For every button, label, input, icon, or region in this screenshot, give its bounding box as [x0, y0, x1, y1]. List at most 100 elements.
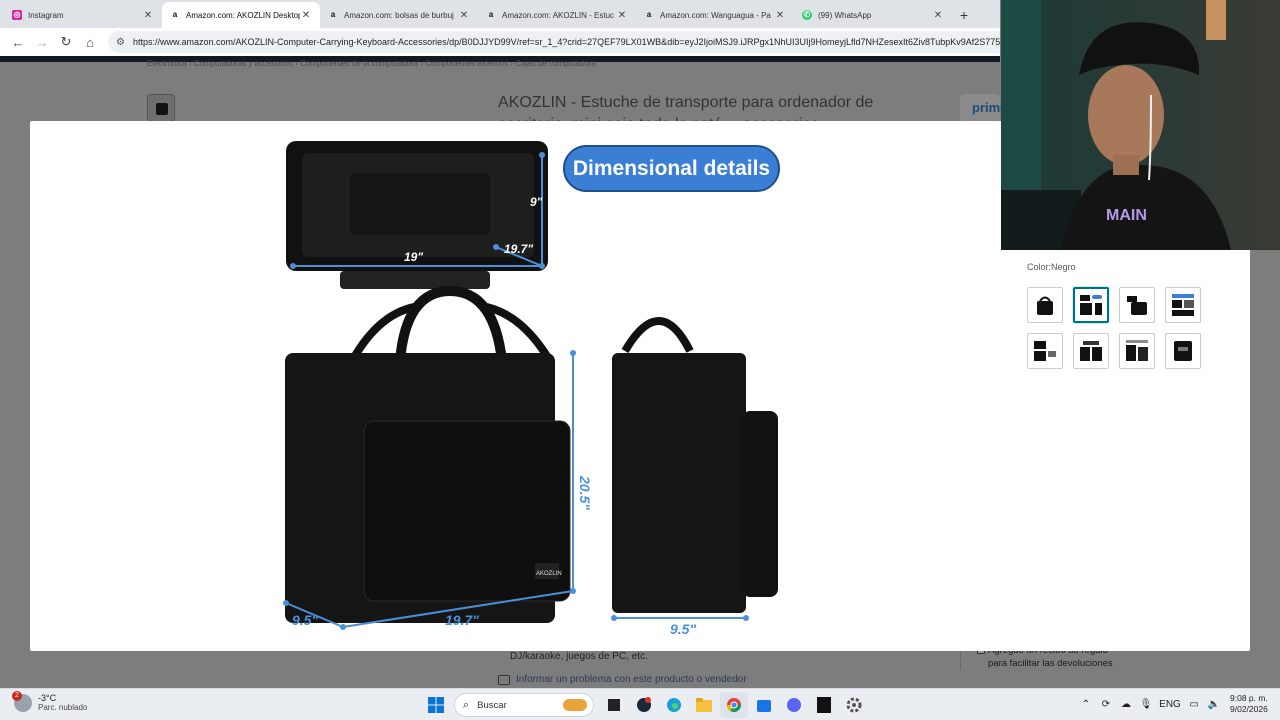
- instagram-icon: ◎: [12, 10, 22, 20]
- tab-label: Amazon.com: AKOZLIN - Estuc: [502, 10, 615, 20]
- product-dimension-image: 19" 9" 19.7" AKOZLIN 20.5" 9.5" 19.7" 9.…: [283, 141, 778, 637]
- close-icon[interactable]: ✕: [142, 10, 154, 21]
- thumbnail-8[interactable]: [1165, 333, 1201, 369]
- edge-icon[interactable]: [660, 692, 688, 718]
- file-explorer-icon[interactable]: [690, 692, 718, 718]
- page-image-thumbnail[interactable]: [147, 94, 175, 122]
- epic-games-icon[interactable]: [810, 692, 838, 718]
- thumbnail-7[interactable]: [1119, 333, 1155, 369]
- dim-label-top-depth: 9": [530, 195, 543, 209]
- task-view-icon[interactable]: [600, 692, 628, 718]
- tab-whatsapp[interactable]: ✆ (99) WhatsApp ✕: [794, 2, 952, 28]
- network-icon[interactable]: ▭: [1184, 699, 1204, 710]
- color-label: Color:Negro: [1027, 262, 1076, 272]
- close-icon[interactable]: ✕: [458, 10, 470, 21]
- sync-icon[interactable]: ⟳: [1096, 699, 1116, 710]
- tab-strip: ◎ Instagram ✕ a Amazon.com: AKOZLIN Desk…: [0, 0, 1000, 28]
- tab-amazon-wanguagua[interactable]: a Amazon.com: Wanguagua - Pa ✕: [636, 2, 794, 28]
- language-indicator[interactable]: ENG: [1156, 699, 1184, 710]
- color-label-key: Color:: [1027, 262, 1052, 272]
- close-icon[interactable]: ✕: [300, 10, 312, 21]
- dim-label-side-depth: 9.5": [670, 621, 696, 637]
- thumbnail-3[interactable]: [1119, 287, 1155, 323]
- clock-date: 9/02/2026: [1230, 704, 1268, 714]
- home-icon[interactable]: ⌂: [78, 30, 102, 54]
- discord-icon[interactable]: [780, 692, 808, 718]
- thumbnail-5[interactable]: [1027, 333, 1063, 369]
- tab-label: Instagram: [28, 10, 64, 20]
- search-placeholder: Buscar: [477, 699, 507, 711]
- webcam-person: MAIN: [1001, 0, 1280, 250]
- weather-icon: 2: [12, 690, 32, 712]
- dim-label-height: 20.5": [577, 475, 593, 510]
- amazon-icon: a: [330, 10, 336, 19]
- side-view-pocket: [742, 411, 778, 597]
- tab-amazon-akozlin-estuche[interactable]: a Amazon.com: AKOZLIN - Estuc ✕: [478, 2, 636, 28]
- address-bar[interactable]: ⚙ https://www.amazon.com/AKOZLIN-Compute…: [108, 31, 1000, 53]
- clock-time: 9:08 p. m.: [1230, 693, 1268, 703]
- thumbnail-2[interactable]: [1073, 287, 1109, 323]
- tab-label: Amazon.com: AKOZLIN Desktop: [186, 10, 300, 20]
- site-info-icon[interactable]: ⚙: [116, 37, 125, 48]
- amazon-icon: a: [488, 10, 494, 19]
- tab-amazon-akozlin-desktop[interactable]: a Amazon.com: AKOZLIN Desktop ✕: [162, 2, 320, 28]
- prime-logo: prime: [960, 94, 1007, 122]
- tab-instagram[interactable]: ◎ Instagram ✕: [4, 2, 162, 28]
- amazon-icon: a: [172, 10, 178, 19]
- dim-label-base-depth: 9.5": [292, 612, 318, 628]
- close-icon[interactable]: ✕: [774, 10, 786, 21]
- whatsapp-icon: ✆: [802, 10, 812, 20]
- search-icon: ⌕: [463, 698, 470, 711]
- dimensional-details-badge: Dimensional details: [563, 145, 780, 192]
- windows-start-icon[interactable]: [422, 692, 450, 718]
- comment-icon: [498, 674, 510, 685]
- report-link-label: Informar un problema con este producto o…: [516, 674, 747, 685]
- notification-badge: 2: [12, 690, 22, 701]
- cloud-icon[interactable]: ☁: [1116, 699, 1136, 710]
- dim-label-top-width: 19.7": [504, 242, 533, 256]
- thumbnail-1[interactable]: [1027, 287, 1063, 323]
- taskbar: 2 -3°C Parc. nublado ⌕ Buscar ⌃ ⟳ ☁ 🎙 EN…: [0, 688, 1280, 720]
- side-view-handle: [621, 317, 694, 354]
- back-icon[interactable]: ←: [6, 30, 30, 54]
- weather-desc: Parc. nublado: [38, 703, 88, 712]
- color-value: Negro: [1051, 262, 1076, 272]
- chrome-icon[interactable]: [720, 692, 748, 718]
- settings-icon[interactable]: [840, 692, 868, 718]
- description-text: DJ/karaoke, juegos de PC, etc.: [510, 651, 648, 662]
- side-view-bag: [612, 353, 746, 613]
- top-view-floor: [350, 173, 490, 235]
- dim-label-base-width: 19.7": [445, 612, 479, 628]
- browser-toolbar: ← → ↻ ⌂ ⚙ https://www.amazon.com/AKOZLIN…: [0, 28, 1000, 56]
- report-link[interactable]: Informar un problema con este producto o…: [498, 674, 747, 685]
- microphone-icon[interactable]: 🎙: [1136, 699, 1156, 710]
- tab-amazon-bolsas[interactable]: a Amazon.com: bolsas de burbuj ✕: [320, 2, 478, 28]
- microsoft-store-icon[interactable]: [750, 692, 778, 718]
- thumbnail-grid: [1027, 287, 1207, 369]
- tab-label: Amazon.com: Wanguagua - Pa: [660, 10, 771, 20]
- weather-widget[interactable]: 2 -3°C Parc. nublado: [12, 690, 88, 712]
- close-icon[interactable]: ✕: [932, 10, 944, 21]
- new-tab-button[interactable]: +: [952, 2, 976, 28]
- search-highlight-icon: [563, 699, 587, 711]
- thumbnail-4[interactable]: [1165, 287, 1201, 323]
- reload-icon[interactable]: ↻: [54, 30, 78, 54]
- taskbar-search[interactable]: ⌕ Buscar: [454, 693, 594, 717]
- url-text: https://www.amazon.com/AKOZLIN-Computer-…: [132, 37, 1000, 47]
- clock[interactable]: 9:08 p. m. 9/02/2026: [1230, 693, 1268, 715]
- taskbar-apps: ⌕ Buscar: [422, 692, 870, 718]
- tab-label: (99) WhatsApp: [818, 10, 872, 20]
- chevron-up-icon[interactable]: ⌃: [1076, 699, 1096, 710]
- dim-label-top-length: 19": [404, 250, 423, 264]
- weather-temp: -3°C: [38, 693, 57, 703]
- webcam-overlay: MAIN: [1001, 0, 1280, 250]
- brand-tag-text: AKOZLIN: [536, 571, 562, 577]
- forward-icon[interactable]: →: [30, 30, 54, 54]
- shirt-graphic-text: MAIN: [1106, 207, 1147, 224]
- volume-icon[interactable]: 🔈: [1204, 699, 1224, 710]
- breadcrumb[interactable]: Electrónica › Computadoras y accesorios …: [147, 59, 596, 68]
- thumbnail-6[interactable]: [1073, 333, 1109, 369]
- steam-icon[interactable]: [630, 692, 658, 718]
- system-tray: ⌃ ⟳ ☁ 🎙 ENG ▭ 🔈 9:08 p. m. 9/02/2026: [1076, 693, 1268, 715]
- close-icon[interactable]: ✕: [616, 10, 628, 21]
